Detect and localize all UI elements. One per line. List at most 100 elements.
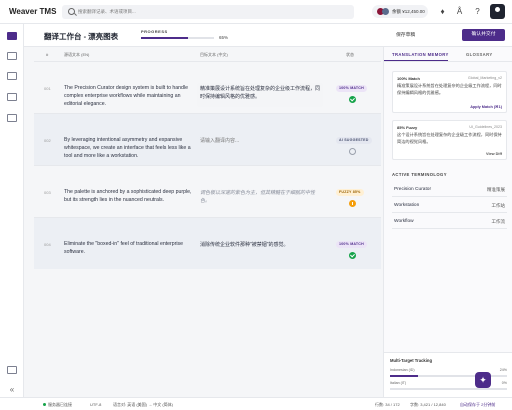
check-icon — [349, 252, 356, 259]
warning-icon — [349, 200, 356, 207]
terminology-title: ACTIVE TERMINOLOGY — [392, 172, 447, 177]
balance-pill[interactable]: 余额 ¥12,450.00 — [372, 5, 428, 18]
left-rail: « — [0, 24, 24, 397]
row-number: 002 — [44, 138, 51, 143]
col-source: 源语文本 (EN) — [64, 52, 90, 57]
check-icon — [349, 96, 356, 103]
row-number: 001 — [44, 86, 51, 91]
document-icon[interactable] — [7, 72, 17, 80]
term-source: Precision Curator — [394, 187, 432, 192]
col-target: 目标文本 (中文) — [200, 52, 228, 57]
search-icon — [68, 8, 75, 15]
term-item[interactable]: Workflow 工作流 — [392, 215, 507, 229]
table-row[interactable]: 003 The palette is anchored by a sophist… — [34, 165, 381, 217]
table-row[interactable]: 001 The Precision Curator design system … — [34, 61, 381, 113]
match-badge: AI SUGGESTED — [336, 137, 372, 144]
tracking-label: Italian (IT) — [390, 381, 407, 385]
tm-score: 85% Fuzzy — [397, 125, 418, 130]
tab-translation-memory[interactable]: TRANSLATION MEMORY — [392, 52, 449, 57]
workbench-header: 翻译工作台 - 漂亮图表 PROGRESS 65% 保存草稿 确认并交付 — [24, 24, 512, 47]
segment-table: # 源语文本 (EN) 目标文本 (中文) 状态 001 The Precisi… — [34, 47, 381, 269]
view-diff-button[interactable]: View Diff — [486, 152, 502, 156]
save-draft-button[interactable]: 保存草稿 — [396, 31, 415, 38]
confirm-submit-button[interactable]: 确认并交付 — [462, 29, 505, 41]
connection-dot-icon — [43, 403, 46, 406]
tracking-value: 0% — [501, 381, 507, 385]
tm-source: Global_Marketing_v2 — [468, 76, 502, 80]
match-badge: 100% MATCH — [336, 241, 367, 248]
tm-source: UI_Guidelines_2023 — [469, 125, 502, 129]
tab-divider — [384, 61, 512, 62]
settings-icon[interactable] — [7, 114, 17, 122]
col-num: # — [46, 52, 49, 57]
multi-target-tracking: Multi-Target Tracking Indonesian (ID) 24… — [384, 352, 512, 397]
term-source: Workstation — [394, 203, 420, 208]
collapse-icon[interactable]: « — [7, 386, 17, 394]
tracking-bar — [390, 388, 507, 390]
target-field[interactable]: 消除传统企业软件那种"被禁锢"的感觉。 — [197, 239, 323, 263]
book-open-icon[interactable] — [7, 366, 17, 374]
tracking-label: Indonesian (ID) — [390, 368, 415, 372]
user-avatar[interactable] — [490, 4, 505, 19]
pending-circle-icon — [349, 148, 356, 155]
tab-indicator — [384, 60, 448, 61]
search-input[interactable]: 搜索翻译记录、术语或项目... — [62, 5, 354, 19]
ai-assist-button[interactable]: ✦ — [475, 372, 491, 388]
term-item[interactable]: Workstation 工作站 — [392, 199, 507, 213]
term-source: Workflow — [394, 219, 414, 224]
top-bar: Weaver TMS 搜索翻译记录、术语或项目... 余额 ¥12,450.00… — [0, 0, 512, 24]
tracking-value: 24% — [499, 368, 507, 372]
row-number: 003 — [44, 190, 51, 195]
tm-text: 精准策展设计系统旨在处理复杂的企业级工作流程，同时保持编辑风格的优雅感。 — [397, 83, 502, 95]
progress-bar — [141, 37, 214, 39]
progress-label: PROGRESS — [141, 29, 168, 34]
tm-card[interactable]: 100% Match Global_Marketing_v2 精准策展设计系统旨… — [392, 71, 507, 113]
help-icon[interactable]: ? — [473, 7, 482, 17]
table-row[interactable]: 004 Eliminate the "boxed-in" feel of tra… — [34, 217, 381, 269]
apply-match-button[interactable]: Apply Match (⌘1) — [470, 104, 502, 109]
table-row[interactable]: 002 By leveraging intentional asymmetry … — [34, 113, 381, 165]
folder-icon[interactable] — [7, 32, 17, 40]
target-field[interactable]: 精准策展设计系统旨在处理复杂的企业级工作流程，同时保持编辑风格的优雅感。 — [197, 83, 323, 107]
row-number: 004 — [44, 242, 51, 247]
target-field[interactable]: 调色板以深邃的紫色为主，但其精髓在于细腻的中性色。 — [197, 187, 323, 211]
balance-text: 余额 ¥12,450.00 — [392, 9, 425, 14]
page-title: 翻译工作台 - 漂亮图表 — [44, 32, 119, 41]
tm-text: 这个设计系统旨在处理复杂的企业级工作流程，同时保持简洁的视觉风格。 — [397, 132, 502, 144]
search-placeholder: 搜索翻译记录、术语或项目... — [78, 9, 136, 14]
source-text: The Precision Curator design system is b… — [64, 85, 188, 107]
progress-value: 65% — [219, 35, 229, 40]
tracking-title: Multi-Target Tracking — [390, 358, 433, 363]
term-target: 工作流 — [491, 219, 506, 224]
avatar-dot-icon-2 — [382, 8, 389, 15]
side-panel: TRANSLATION MEMORY GLOSSARY 100% Match G… — [383, 47, 512, 397]
bell-icon[interactable]: ♦ — [438, 7, 447, 17]
term-target: 精准策展 — [487, 187, 505, 192]
source-text: By leveraging intentional asymmetry and … — [64, 137, 191, 159]
translate-icon[interactable]: Å — [455, 7, 464, 17]
book-icon[interactable] — [7, 52, 17, 60]
tm-score: 100% Match — [397, 76, 420, 81]
col-status: 状态 — [346, 52, 354, 57]
target-field[interactable]: 请输入翻译内容... — [197, 135, 323, 159]
progress-fill — [141, 37, 189, 39]
connection-status: 服务器已连接 — [48, 402, 72, 407]
app-logo[interactable]: Weaver TMS — [9, 7, 56, 16]
term-item[interactable]: Precision Curator 精准策展 — [392, 183, 507, 197]
status-bar: 服务器已连接 UTF-8 语言对: 英语 (美国) → 中文 (简体) 行数: … — [0, 397, 512, 410]
source-text: Eliminate the "boxed-in" feel of traditi… — [64, 241, 184, 255]
word-count: 字数: 3,421 / 12,840 — [410, 402, 446, 407]
match-badge: 100% MATCH — [336, 85, 367, 92]
chart-icon[interactable] — [7, 93, 17, 101]
tab-glossary[interactable]: GLOSSARY — [466, 52, 493, 57]
table-header: # 源语文本 (EN) 目标文本 (中文) 状态 — [34, 47, 381, 61]
encoding: UTF-8 — [90, 402, 102, 407]
tm-card[interactable]: 85% Fuzzy UI_Guidelines_2023 这个设计系统旨在处理复… — [392, 120, 507, 160]
autosave-status: 自动保存于 2分钟前 — [460, 402, 496, 407]
line-position: 行数: 34 / 172 — [375, 402, 400, 407]
tracking-fill — [390, 375, 419, 377]
match-badge: FUZZY 85% — [336, 189, 364, 196]
language-pair: 语言对: 英语 (美国) → 中文 (简体) — [113, 402, 173, 407]
term-target: 工作站 — [491, 203, 506, 208]
source-text: The palette is anchored by a sophisticat… — [64, 189, 192, 203]
